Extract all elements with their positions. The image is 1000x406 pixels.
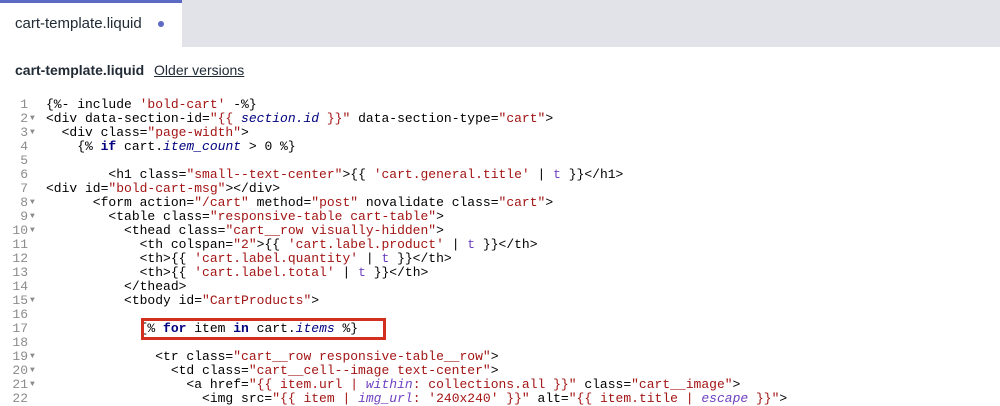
line-number: 3 <box>20 125 28 140</box>
line-number: 11 <box>12 237 28 252</box>
code-text: {%- include 'bold-cart' -%} <box>46 97 257 112</box>
code-text: <table class="responsive-table cart-tabl… <box>46 209 444 224</box>
line-number: 17 <box>12 321 28 336</box>
code-text: <h1 class="small--text-center">{{ 'cart.… <box>46 167 624 182</box>
fold-arrow-icon[interactable]: ▼ <box>30 224 35 238</box>
code-text: <thead class="cart__row visually-hidden"… <box>46 223 444 238</box>
line-number: 12 <box>12 251 28 266</box>
highlight-box <box>141 318 386 340</box>
line-number: 1 <box>20 97 28 112</box>
code-text: <th>{{ 'cart.label.total' | t }}</th> <box>46 265 429 280</box>
code-text: <th>{{ 'cart.label.quantity' | t }}</th> <box>46 251 452 266</box>
fold-arrow-icon[interactable]: ▼ <box>30 378 35 392</box>
unsaved-dot-icon <box>158 21 164 27</box>
line-number: 4 <box>20 139 28 154</box>
fold-arrow-icon[interactable]: ▼ <box>30 210 35 224</box>
code-line[interactable]: 9 ▼ <table class="responsive-table cart-t… <box>0 210 1000 224</box>
line-number: 9 <box>20 209 28 224</box>
code-text: {% if cart.item_count > 0 %} <box>46 139 296 154</box>
code-line[interactable]: 4 {% if cart.item_count > 0 %} <box>0 140 1000 154</box>
code-text: </thead> <box>46 279 187 294</box>
code-line[interactable]: 7 <div id="bold-cart-msg"></div> <box>0 182 1000 196</box>
fold-arrow-icon[interactable]: ▼ <box>30 294 35 308</box>
code-line[interactable]: 8 ▼ <form action="/cart" method="post" no… <box>0 196 1000 210</box>
code-line[interactable]: 11 <th colspan="2">{{ 'cart.label.produc… <box>0 238 1000 252</box>
line-number: 19 <box>12 349 28 364</box>
file-tab-label: cart-template.liquid <box>15 15 142 32</box>
code-text: <td class="cart__cell--image text-center… <box>46 363 499 378</box>
code-text: <th colspan="2">{{ 'cart.label.product' … <box>46 237 538 252</box>
code-line[interactable]: 19 ▼ <tr class="cart__row responsive-tabl… <box>0 350 1000 364</box>
line-number: 15 <box>12 293 28 308</box>
fold-arrow-icon[interactable]: ▼ <box>30 350 35 364</box>
line-number: 16 <box>12 307 28 322</box>
line-number: 8 <box>20 195 28 210</box>
code-line[interactable]: 21 ▼ <a href="{{ item.url | within: colle… <box>0 378 1000 392</box>
line-number: 20 <box>12 363 28 378</box>
code-line[interactable]: 22 <img src="{{ item | img_url: '240x240… <box>0 392 1000 406</box>
older-versions-link[interactable]: Older versions <box>154 62 244 78</box>
code-line[interactable]: 1 {%- include 'bold-cart' -%} <box>0 98 1000 112</box>
code-line[interactable]: 6 <h1 class="small--text-center">{{ 'car… <box>0 168 1000 182</box>
code-text: <div class="page-width"> <box>46 125 249 140</box>
code-line[interactable]: 14 </thead> <box>0 280 1000 294</box>
file-tab[interactable]: cart-template.liquid <box>0 0 182 47</box>
line-number: 7 <box>20 181 28 196</box>
line-number: 22 <box>12 391 28 406</box>
code-editor[interactable]: 1 {%- include 'bold-cart' -%} 2 ▼ <div data-… <box>0 94 1000 406</box>
fold-arrow-icon[interactable]: ▼ <box>30 112 35 126</box>
line-number: 13 <box>12 265 28 280</box>
code-text: <div data-section-id="{{ section.id }}" … <box>46 111 554 126</box>
code-text: <a href="{{ item.url | within: collectio… <box>46 377 741 392</box>
code-line[interactable]: 10 ▼ <thead class="cart__row visually-hid… <box>0 224 1000 238</box>
code-line[interactable]: 2 ▼ <div data-section-id="{{ section.id }}… <box>0 112 1000 126</box>
code-line[interactable]: 20 ▼ <td class="cart__cell--image text-ce… <box>0 364 1000 378</box>
line-number: 6 <box>20 167 28 182</box>
line-number: 14 <box>12 279 28 294</box>
line-number: 10 <box>12 223 28 238</box>
file-name: cart-template.liquid <box>15 62 145 78</box>
file-header: cart-template.liquid Older versions <box>15 62 244 82</box>
code-text: <div id="bold-cart-msg"></div> <box>46 181 281 196</box>
code-line[interactable]: 13 <th>{{ 'cart.label.total' | t }}</th> <box>0 266 1000 280</box>
code-text: <tr class="cart__row responsive-table__r… <box>46 349 499 364</box>
code-text: <form action="/cart" method="post" noval… <box>46 195 554 210</box>
line-number: 21 <box>12 377 28 392</box>
fold-arrow-icon[interactable]: ▼ <box>30 126 35 140</box>
line-number: 5 <box>20 153 28 168</box>
tab-bar: cart-template.liquid <box>0 0 1000 47</box>
line-number: 18 <box>12 335 28 350</box>
line-number: 2 <box>20 111 28 126</box>
code-text: <tbody id="CartProducts"> <box>46 293 320 308</box>
code-line[interactable]: 3 ▼ <div class="page-width"> <box>0 126 1000 140</box>
code-text: <img src="{{ item | img_url: '240x240' }… <box>46 391 788 406</box>
fold-arrow-icon[interactable]: ▼ <box>30 196 35 210</box>
code-line[interactable]: 5 <box>0 154 1000 168</box>
fold-arrow-icon[interactable]: ▼ <box>30 364 35 378</box>
code-line[interactable]: 15 ▼ <tbody id="CartProducts"> <box>0 294 1000 308</box>
code-line[interactable]: 12 <th>{{ 'cart.label.quantity' | t }}</… <box>0 252 1000 266</box>
